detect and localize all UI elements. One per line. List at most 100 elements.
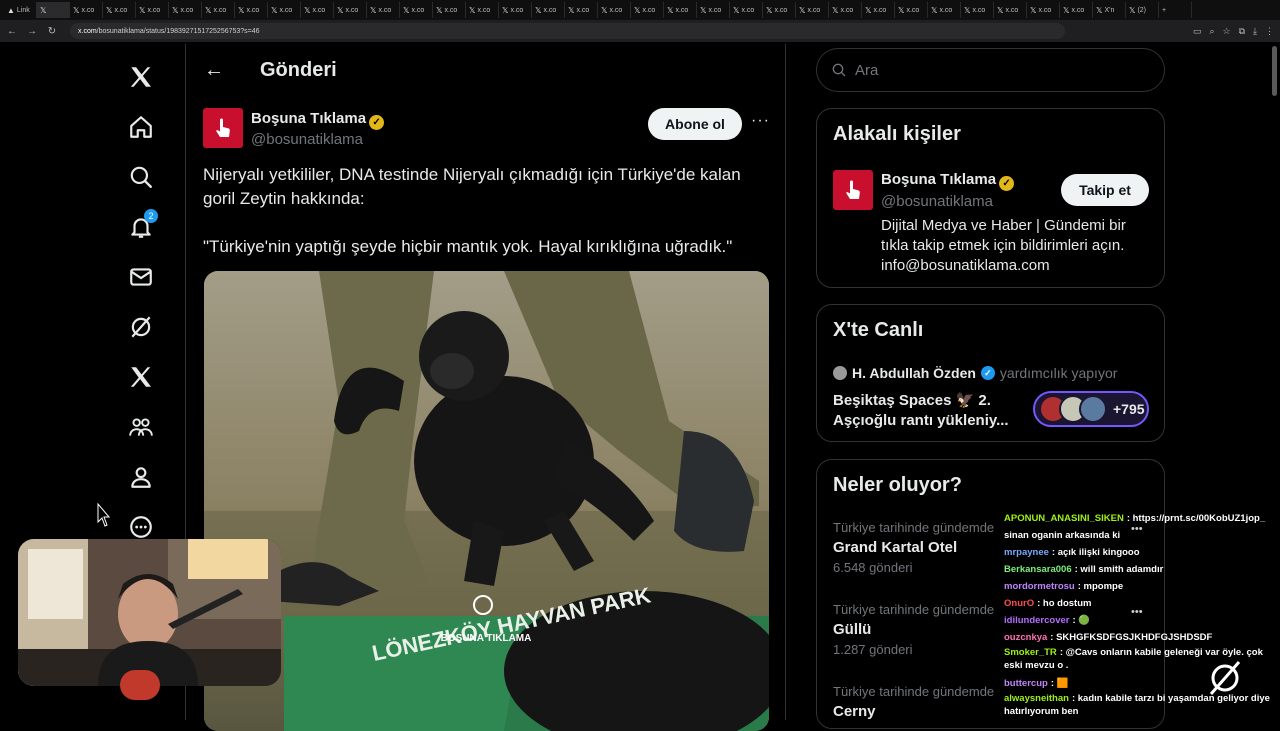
browser-tab[interactable]: 𝕏x.co: [400, 2, 433, 18]
browser-tab[interactable]: 𝕏x.co: [796, 2, 829, 18]
browser-tab[interactable]: 𝕏x.co: [928, 2, 961, 18]
browser-tab[interactable]: 𝕏x.co: [1060, 2, 1093, 18]
browser-tab[interactable]: 𝕏x.co: [136, 2, 169, 18]
search-icon[interactable]: [115, 152, 167, 202]
tab-favicon-icon: ▲: [7, 5, 15, 15]
bookmark-star-icon[interactable]: ☆: [1223, 26, 1231, 37]
trend-item[interactable]: Türkiye tarihinde gündemde Grand Kartal …: [833, 520, 994, 575]
live-host[interactable]: H. Abdullah Özden ✓ yardımcılık yapıyor: [833, 365, 1117, 381]
browser-tab[interactable]: 𝕏x.co: [433, 2, 466, 18]
browser-tab[interactable]: 𝕏x.co: [532, 2, 565, 18]
x-logo-icon[interactable]: [115, 52, 167, 102]
browser-tab[interactable]: 𝕏x.co: [730, 2, 763, 18]
menu-dots-icon[interactable]: ⋮: [1265, 26, 1274, 37]
chat-username[interactable]: Berkansara006: [1004, 564, 1072, 575]
browser-tab[interactable]: 𝕏x.co: [202, 2, 235, 18]
browser-tab[interactable]: 𝕏x.co: [499, 2, 532, 18]
profile-icon[interactable]: [115, 452, 167, 502]
browser-tab[interactable]: 𝕏x.co: [334, 2, 367, 18]
browser-tab[interactable]: 𝕏 (2): [1126, 2, 1159, 18]
url-path: /bosunatiklama/status/198392715172525675…: [96, 27, 260, 35]
post-more-icon[interactable]: ···: [751, 112, 770, 130]
relevant-handle[interactable]: @bosunatiklama: [881, 193, 993, 210]
browser-tab[interactable]: 𝕏x.co: [235, 2, 268, 18]
premium-x-icon[interactable]: [115, 352, 167, 402]
browser-tab[interactable]: 𝕏x.co: [895, 2, 928, 18]
tab-label: x.co: [906, 6, 920, 14]
home-icon[interactable]: [115, 102, 167, 152]
grok-icon[interactable]: [115, 302, 167, 352]
trend-item[interactable]: Türkiye tarihinde gündemde Cerny: [833, 684, 994, 720]
browser-tab[interactable]: 𝕏 X'n: [1093, 2, 1126, 18]
relevant-avatar[interactable]: [833, 170, 873, 210]
browser-tab[interactable]: 𝕏x.co: [103, 2, 136, 18]
download-icon[interactable]: ⤓: [1253, 26, 1257, 37]
forward-nav-icon[interactable]: →: [26, 26, 38, 37]
author-name[interactable]: Boşuna Tıklama ✓: [251, 110, 385, 130]
tab-favicon-icon: 𝕏: [1063, 5, 1070, 15]
chat-username[interactable]: alwaysneithan: [1004, 693, 1069, 704]
messages-envelope-icon[interactable]: [115, 252, 167, 302]
relevant-people-card: Alakalı kişiler Boşuna Tıklama ✓ @bosunat…: [816, 108, 1165, 288]
relevant-name[interactable]: Boşuna Tıklama ✓: [881, 171, 1015, 191]
chat-username[interactable]: idilundercover: [1004, 615, 1069, 626]
verified-gold-icon: ✓: [369, 115, 385, 130]
trend-more-icon[interactable]: •••: [1131, 523, 1143, 535]
url-bar[interactable]: x.com/bosunatiklama/status/1983927151725…: [70, 23, 1065, 39]
browser-tab[interactable]: 𝕏x.co: [631, 2, 664, 18]
listeners-pill[interactable]: +795: [1033, 391, 1149, 427]
tab-favicon-icon: 𝕏: [799, 5, 806, 15]
browser-tab[interactable]: 𝕏x.co: [1027, 2, 1060, 18]
browser-tab[interactable]: 𝕏x.co: [367, 2, 400, 18]
browser-tab[interactable]: 𝕏x.co: [268, 2, 301, 18]
page-scrollbar[interactable]: [1272, 46, 1277, 96]
browser-tab[interactable]: 𝕏x.co: [763, 2, 796, 18]
notifications-bell-icon[interactable]: 2: [115, 202, 167, 252]
search-input[interactable]: Ara: [816, 48, 1165, 92]
reload-icon[interactable]: ↻: [46, 26, 58, 37]
verified-blue-icon: ✓: [980, 366, 995, 380]
chat-username[interactable]: APONUN_ANASINI_SIKEN: [1004, 513, 1124, 524]
chat-username[interactable]: buttercup: [1004, 678, 1048, 689]
post-author-row: Boşuna Tıklama ✓ @bosunatiklama Abone ol …: [203, 108, 773, 154]
extensions-icon[interactable]: ⧉: [1239, 26, 1245, 37]
browser-tab[interactable]: ▲ Link: [4, 2, 37, 18]
zoom-icon[interactable]: ⌕: [1209, 26, 1214, 37]
new-tab-icon[interactable]: +: [1159, 2, 1192, 18]
back-nav-icon[interactable]: ←: [6, 26, 18, 37]
post-image[interactable]: LÖNEZKÖY HAYVAN PARK BOŞUNA TIKLAMA: [204, 271, 769, 731]
chat-username[interactable]: ouzcnkya: [1004, 632, 1047, 643]
browser-tab[interactable]: 𝕏x.co: [565, 2, 598, 18]
browser-tab[interactable]: 𝕏x.co: [994, 2, 1027, 18]
browser-tab[interactable]: 𝕏x.co: [961, 2, 994, 18]
browser-tab[interactable]: 𝕏x.co: [598, 2, 631, 18]
browser-tab[interactable]: 𝕏x.co: [169, 2, 202, 18]
tab-favicon-icon: 𝕏: [238, 5, 245, 15]
tab-favicon-icon: 𝕏: [271, 5, 278, 15]
author-handle[interactable]: @bosunatiklama: [251, 131, 363, 148]
chat-username[interactable]: OnurO: [1004, 598, 1034, 609]
tab-favicon-icon: 𝕏: [337, 5, 344, 15]
browser-tab[interactable]: 𝕏x.co: [862, 2, 895, 18]
follow-button[interactable]: Takip et: [1061, 174, 1149, 206]
author-avatar[interactable]: [203, 108, 243, 148]
trend-more-icon[interactable]: •••: [1131, 606, 1143, 618]
browser-tab[interactable]: 𝕏x.co: [70, 2, 103, 18]
communities-icon[interactable]: [115, 402, 167, 452]
live-space-title[interactable]: Beşiktaş Spaces 🦅 2. Aşçıoğlu rantı yükl…: [833, 391, 1023, 431]
trend-item[interactable]: Türkiye tarihinde gündemde Güllü 1.287 g…: [833, 602, 994, 657]
browser-tab[interactable]: 𝕏x.co: [697, 2, 730, 18]
chat-username[interactable]: mrpaynee: [1004, 547, 1049, 558]
browser-tab[interactable]: 𝕏: [37, 2, 70, 18]
subscribe-button[interactable]: Abone ol: [648, 108, 742, 140]
chat-username[interactable]: mordormetrosu: [1004, 581, 1075, 592]
cast-icon[interactable]: ▭: [1193, 26, 1202, 37]
browser-tab[interactable]: 𝕏x.co: [466, 2, 499, 18]
browser-tab[interactable]: 𝕏x.co: [664, 2, 697, 18]
browser-tab[interactable]: 𝕏x.co: [301, 2, 334, 18]
browser-tab[interactable]: 𝕏x.co: [829, 2, 862, 18]
tab-favicon-icon: 𝕏: [601, 5, 608, 15]
chat-username[interactable]: Smoker_TR: [1004, 647, 1057, 658]
back-arrow-icon[interactable]: ←: [204, 59, 234, 82]
trend-count: 6.548 gönderi: [833, 560, 913, 575]
